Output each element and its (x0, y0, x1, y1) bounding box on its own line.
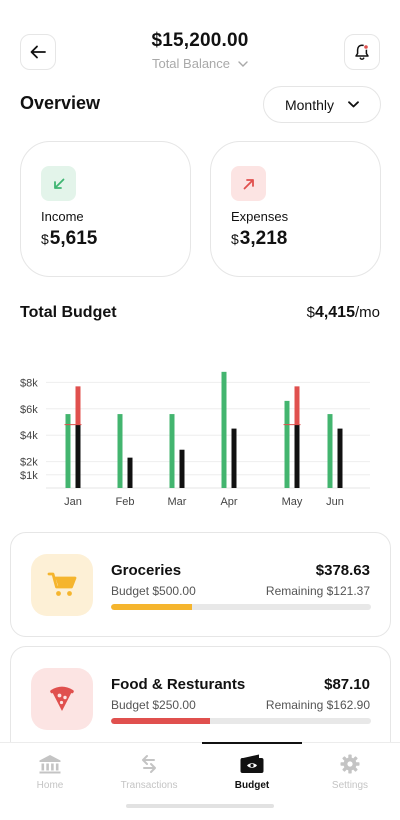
bar-jan-series-2 (75, 424, 81, 488)
income-label: Income (41, 209, 84, 224)
category-amount: $87.10 (324, 676, 370, 693)
category-name: Food & Resturants (111, 676, 246, 693)
bar-jun-series-2 (337, 428, 343, 488)
transfer-arrows-icon (142, 755, 156, 773)
bank-icon (39, 755, 61, 774)
total-budget-title: Total Budget (20, 304, 117, 321)
gear-icon (340, 754, 360, 774)
bar-mar-series-2 (179, 449, 185, 488)
category-budget: Budget $250.00 (111, 698, 196, 712)
expenses-card[interactable]: Expenses $3,218 (210, 141, 381, 277)
tab-budget[interactable]: Budget (202, 753, 302, 791)
category-card-groceries[interactable]: Groceries $378.63 Budget $500.00 Remaini… (10, 532, 391, 637)
arrow-up-right-icon (243, 178, 254, 189)
category-amount: $378.63 (315, 562, 370, 579)
total-budget-unit: /mo (354, 304, 380, 321)
y-tick-label: $8k (20, 377, 38, 389)
arrow-down-left-icon (53, 178, 64, 189)
tab-label: Settings (331, 780, 369, 791)
x-tick-label: May (282, 496, 303, 508)
category-progress-bar (111, 718, 371, 724)
bell-icon (355, 44, 369, 60)
notifications-button[interactable] (344, 34, 380, 70)
category-remaining: Remaining $121.37 (265, 584, 370, 598)
expenses-label: Expenses (231, 209, 289, 224)
x-tick-label: Jan (64, 496, 82, 508)
total-budget-value: 4,415 (314, 304, 355, 321)
x-tick-label: Mar (168, 496, 187, 508)
x-tick-label: Apr (220, 496, 237, 508)
overspend-bar-jan (75, 386, 81, 425)
total-balance-selector[interactable]: Total Balance (152, 56, 248, 71)
bar-feb-series-1 (117, 414, 123, 488)
tab-home[interactable]: Home (0, 753, 100, 791)
x-tick-label: Jun (326, 496, 344, 508)
period-dropdown[interactable]: Monthly (263, 86, 381, 123)
y-tick-label: $2k (20, 457, 38, 469)
category-progress-fill (111, 718, 210, 724)
bar-may-series-2 (294, 424, 300, 488)
total-budget-currency: $ (306, 304, 315, 321)
total-balance-label: Total Balance (151, 56, 231, 71)
expenses-amount: $3,218 (231, 228, 287, 250)
tab-label: Budget (234, 780, 270, 791)
food-icon-badge (31, 668, 93, 730)
x-tick-label: Feb (116, 496, 135, 508)
active-tab-indicator (202, 742, 302, 744)
tab-settings[interactable]: Settings (300, 753, 400, 791)
bottom-tab-bar: Home Transactions Budget Settings (0, 742, 400, 820)
bar-jan-series-1 (65, 414, 71, 488)
y-tick-label: $6k (20, 404, 38, 416)
pizza-icon (50, 686, 74, 711)
tab-label: Transactions (120, 780, 178, 791)
budget-bar-chart: $1k$2k $4k $6k $8k Jan Feb Mar Apr May Jun (20, 371, 370, 508)
bar-jun-series-1 (327, 414, 333, 488)
bar-apr-series-2 (231, 428, 237, 488)
overspend-bar-may (294, 386, 300, 425)
expenses-icon-badge (231, 166, 266, 201)
period-dropdown-value: Monthly (284, 96, 335, 113)
expenses-value: 3,218 (239, 228, 288, 249)
income-amount: $5,615 (41, 228, 97, 250)
category-name: Groceries (111, 562, 182, 579)
bar-feb-series-2 (127, 457, 133, 488)
income-currency: $ (41, 231, 49, 247)
chevron-down-icon (238, 60, 248, 67)
tab-label: Home (36, 780, 64, 791)
bar-mar-series-1 (169, 414, 175, 488)
y-tick-label: $4k (20, 430, 38, 442)
wallet-icon (240, 754, 264, 773)
income-value: 5,615 (49, 228, 98, 249)
bar-may-series-1 (284, 400, 290, 488)
chevron-down-icon (348, 101, 359, 108)
category-progress-bar (111, 604, 371, 610)
shopping-cart-icon (47, 572, 77, 596)
total-balance-amount: $15,200.00 (151, 30, 249, 51)
expenses-currency: $ (231, 231, 239, 247)
income-card[interactable]: Income $5,615 (20, 141, 191, 277)
y-tick-label: $1k (20, 470, 38, 482)
tab-transactions[interactable]: Transactions (99, 753, 199, 791)
total-budget-amount: $4,415/mo (307, 304, 380, 322)
category-remaining: Remaining $162.90 (265, 698, 370, 712)
groceries-icon-badge (31, 554, 93, 616)
home-indicator (126, 804, 274, 808)
overview-title: Overview (20, 93, 101, 113)
bar-apr-series-1 (221, 371, 227, 488)
category-budget: Budget $500.00 (111, 584, 196, 598)
balance-header: $15,200.00 Total Balance (0, 30, 400, 73)
income-icon-badge (41, 166, 76, 201)
category-progress-fill (111, 604, 192, 610)
